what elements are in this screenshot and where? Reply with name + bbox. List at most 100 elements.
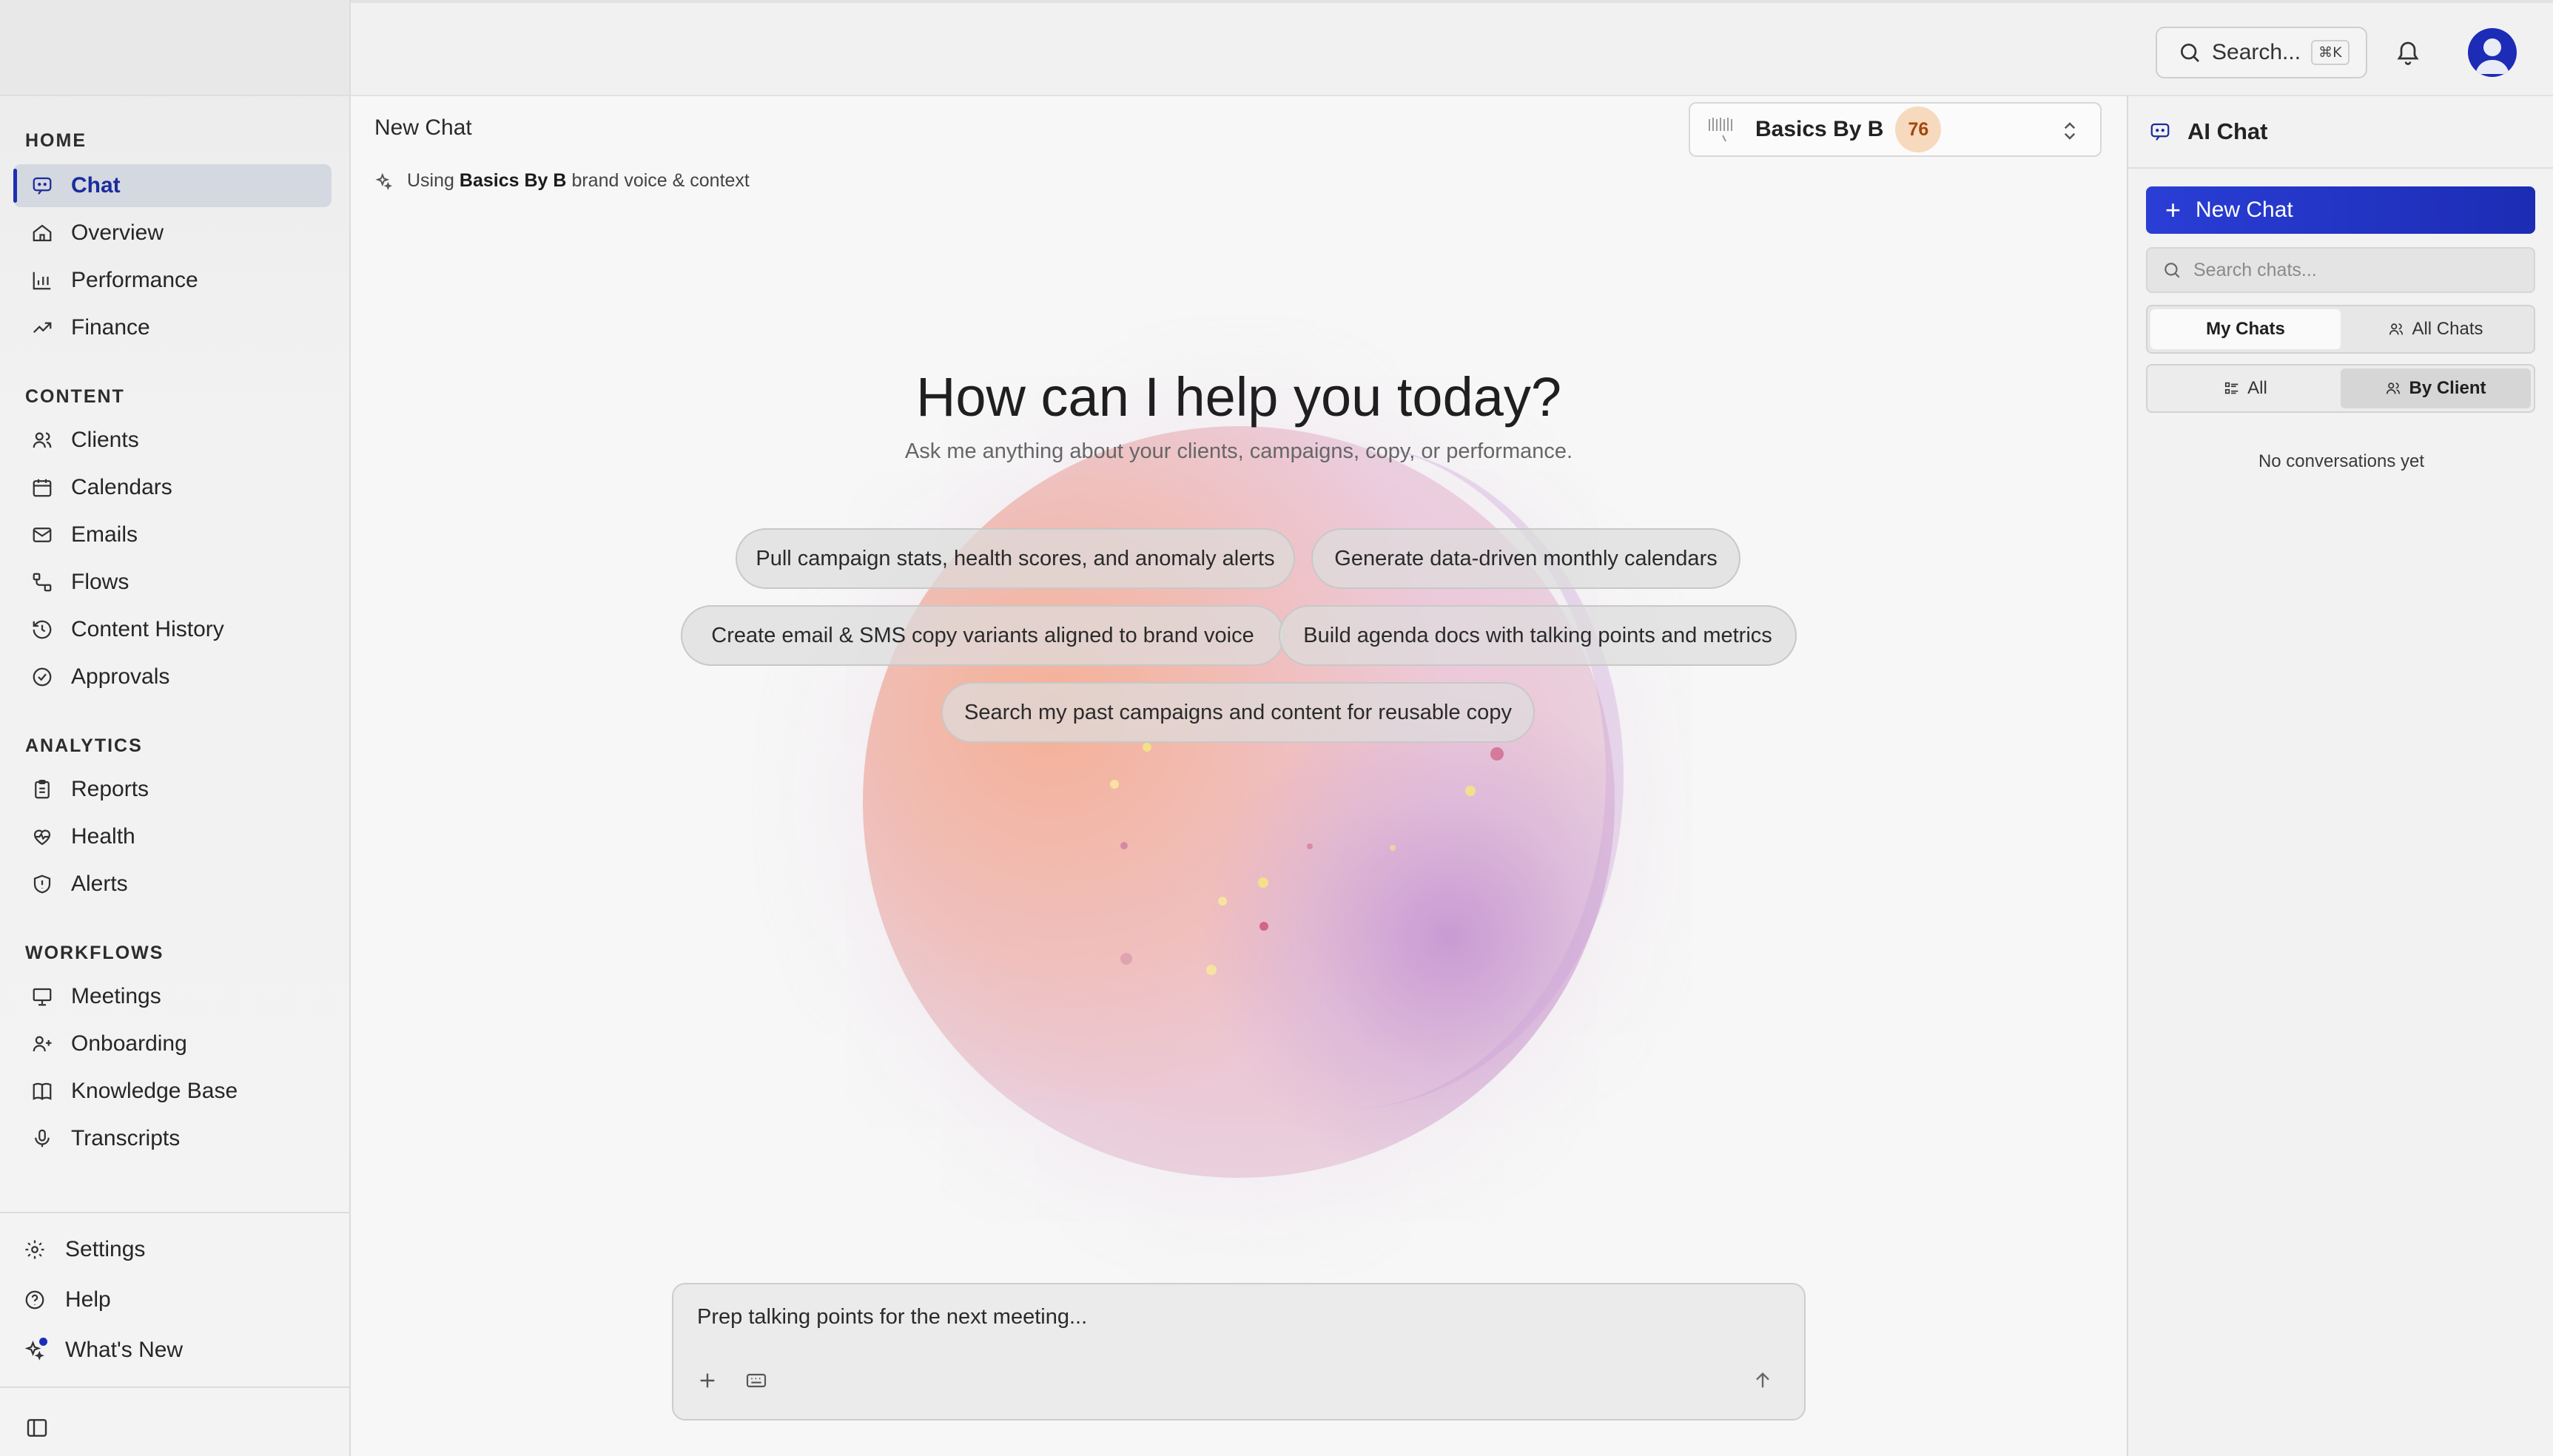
top-header: Search... ⌘K: [351, 3, 2553, 96]
suggestion-chip[interactable]: Pull campaign stats, health scores, and …: [736, 528, 1295, 589]
sidebar-item-calendars[interactable]: Calendars: [13, 466, 332, 509]
sidebar-logo-area: [0, 0, 349, 96]
client-health-score-badge: 76: [1895, 107, 1942, 152]
tab-by-client[interactable]: By Client: [2341, 368, 2531, 408]
message-input[interactable]: Prep talking points for the next meeting…: [697, 1305, 1087, 1329]
client-selector[interactable]: Basics By B 76: [1689, 102, 2102, 157]
sidebar-item-label: Chat: [71, 173, 121, 198]
ai-chat-panel-title: AI Chat: [2187, 118, 2268, 144]
section-label-content: CONTENT: [25, 386, 125, 407]
section-label-workflows: WORKFLOWS: [25, 943, 164, 963]
book-icon: [28, 1077, 56, 1105]
sidebar-item-label: Approvals: [71, 664, 170, 689]
sidebar-item-meetings[interactable]: Meetings: [13, 975, 332, 1018]
suggestion-chip[interactable]: Generate data-driven monthly calendars: [1311, 528, 1740, 589]
sidebar-item-label: Meetings: [71, 984, 161, 1008]
sidebar-item-onboarding[interactable]: Onboarding: [13, 1022, 332, 1065]
user-avatar[interactable]: [2468, 28, 2517, 77]
history-icon: [28, 616, 56, 644]
sidebar-collapse-icon[interactable]: [25, 1416, 49, 1440]
chat-composer[interactable]: Prep talking points for the next meeting…: [672, 1283, 1806, 1420]
trending-up-icon: [28, 314, 56, 342]
suggestion-chip[interactable]: Build agenda docs with talking points an…: [1279, 605, 1797, 666]
sidebar-item-label: Transcripts: [71, 1126, 181, 1150]
sidebar-item-overview[interactable]: Overview: [13, 212, 332, 255]
new-chat-button[interactable]: + New Chat: [2146, 186, 2535, 234]
notifications-bell-icon[interactable]: [2395, 38, 2421, 65]
whats-new-button[interactable]: What's New: [22, 1330, 183, 1370]
sidebar-item-clients[interactable]: Clients: [13, 419, 332, 462]
brand-note-suffix: brand voice & context: [571, 170, 750, 191]
sidebar-item-health[interactable]: Health: [13, 815, 332, 858]
orb-sparkle: [1258, 877, 1268, 888]
global-search-button[interactable]: Search... ⌘K: [2156, 27, 2367, 78]
client-logo-icon: [1709, 118, 1732, 142]
tab-all[interactable]: All: [2150, 368, 2341, 408]
brand-note-prefix: Using: [407, 170, 454, 191]
mail-icon: [28, 521, 56, 549]
users-icon: [2389, 323, 2404, 335]
hero-title: How can I help you today?: [915, 366, 1562, 428]
sidebar-item-label: Knowledge Base: [71, 1079, 238, 1103]
sidebar-item-label: Performance: [71, 268, 198, 292]
chat-search-input[interactable]: Search chats...: [2146, 247, 2535, 293]
sidebar-item-reports[interactable]: Reports: [13, 768, 332, 811]
sparkles-icon: [22, 1338, 47, 1363]
sidebar-item-label: Overview: [71, 220, 164, 245]
calendar-icon: [28, 473, 56, 502]
client-name: Basics By B: [1755, 117, 1884, 141]
sidebar-item-knowledge-base[interactable]: Knowledge Base: [13, 1070, 332, 1113]
chevron-up-down-icon: [2064, 122, 2076, 140]
sidebar-item-label: Clients: [71, 428, 139, 452]
sidebar: HOME Chat Overview Performance Finance C…: [0, 0, 351, 1456]
sidebar-item-label: Calendars: [71, 475, 172, 499]
divider: [0, 1386, 349, 1388]
page-title: New Chat: [374, 115, 472, 140]
keyboard-icon[interactable]: [744, 1369, 768, 1392]
sidebar-item-flows[interactable]: Flows: [13, 561, 332, 604]
brand-note-brand: Basics By B: [459, 170, 567, 191]
add-attachment-icon[interactable]: [696, 1369, 719, 1392]
tab-label: All: [2247, 378, 2267, 398]
settings-button[interactable]: Settings: [22, 1230, 145, 1270]
main-chat-area: New Chat Using Basics By B brand voice &…: [351, 96, 2127, 1456]
suggestion-chip[interactable]: Create email & SMS copy variants aligned…: [681, 605, 1285, 666]
sidebar-item-label: Alerts: [71, 872, 128, 896]
chat-search-placeholder: Search chats...: [2193, 259, 2317, 280]
sidebar-item-transcripts[interactable]: Transcripts: [13, 1117, 332, 1160]
tab-label: By Client: [2409, 378, 2486, 398]
section-label-analytics: ANALYTICS: [25, 735, 143, 756]
help-label: Help: [65, 1287, 111, 1312]
sidebar-item-finance[interactable]: Finance: [13, 306, 332, 349]
section-label-home: HOME: [25, 130, 87, 151]
orb-sparkle: [1143, 743, 1151, 752]
sidebar-item-content-history[interactable]: Content History: [13, 608, 332, 651]
empty-conversations-message: No conversations yet: [2258, 451, 2425, 471]
sidebar-item-alerts[interactable]: Alerts: [13, 863, 332, 906]
divider: [0, 1212, 349, 1213]
search-label: Search...: [2212, 40, 2301, 64]
check-circle-icon: [28, 663, 56, 691]
new-chat-label: New Chat: [2196, 198, 2293, 222]
sidebar-item-performance[interactable]: Performance: [13, 259, 332, 302]
sidebar-item-label: Emails: [71, 522, 138, 547]
sidebar-item-approvals[interactable]: Approvals: [13, 655, 332, 698]
help-circle-icon: [22, 1287, 47, 1312]
tab-my-chats[interactable]: My Chats: [2150, 309, 2341, 349]
user-plus-icon: [28, 1030, 56, 1058]
suggestion-chip[interactable]: Search my past campaigns and content for…: [941, 682, 1535, 743]
orb-sparkle: [1120, 953, 1132, 965]
orb-sparkle: [1465, 786, 1476, 796]
tab-all-chats[interactable]: All Chats: [2341, 309, 2531, 349]
sidebar-item-chat[interactable]: Chat: [13, 164, 332, 207]
help-button[interactable]: Help: [22, 1280, 111, 1320]
brand-context-note: Using Basics By B brand voice & context: [374, 170, 750, 192]
sidebar-item-label: Content History: [71, 617, 224, 641]
chat-owner-toggle: My Chats All Chats: [2146, 305, 2535, 354]
whats-new-label: What's New: [65, 1338, 184, 1362]
sidebar-item-emails[interactable]: Emails: [13, 513, 332, 556]
heart-pulse-icon: [28, 823, 56, 851]
chat-bot-icon: [2150, 123, 2170, 141]
sidebar-item-label: Reports: [71, 777, 149, 801]
send-arrow-icon[interactable]: [1751, 1369, 1775, 1392]
